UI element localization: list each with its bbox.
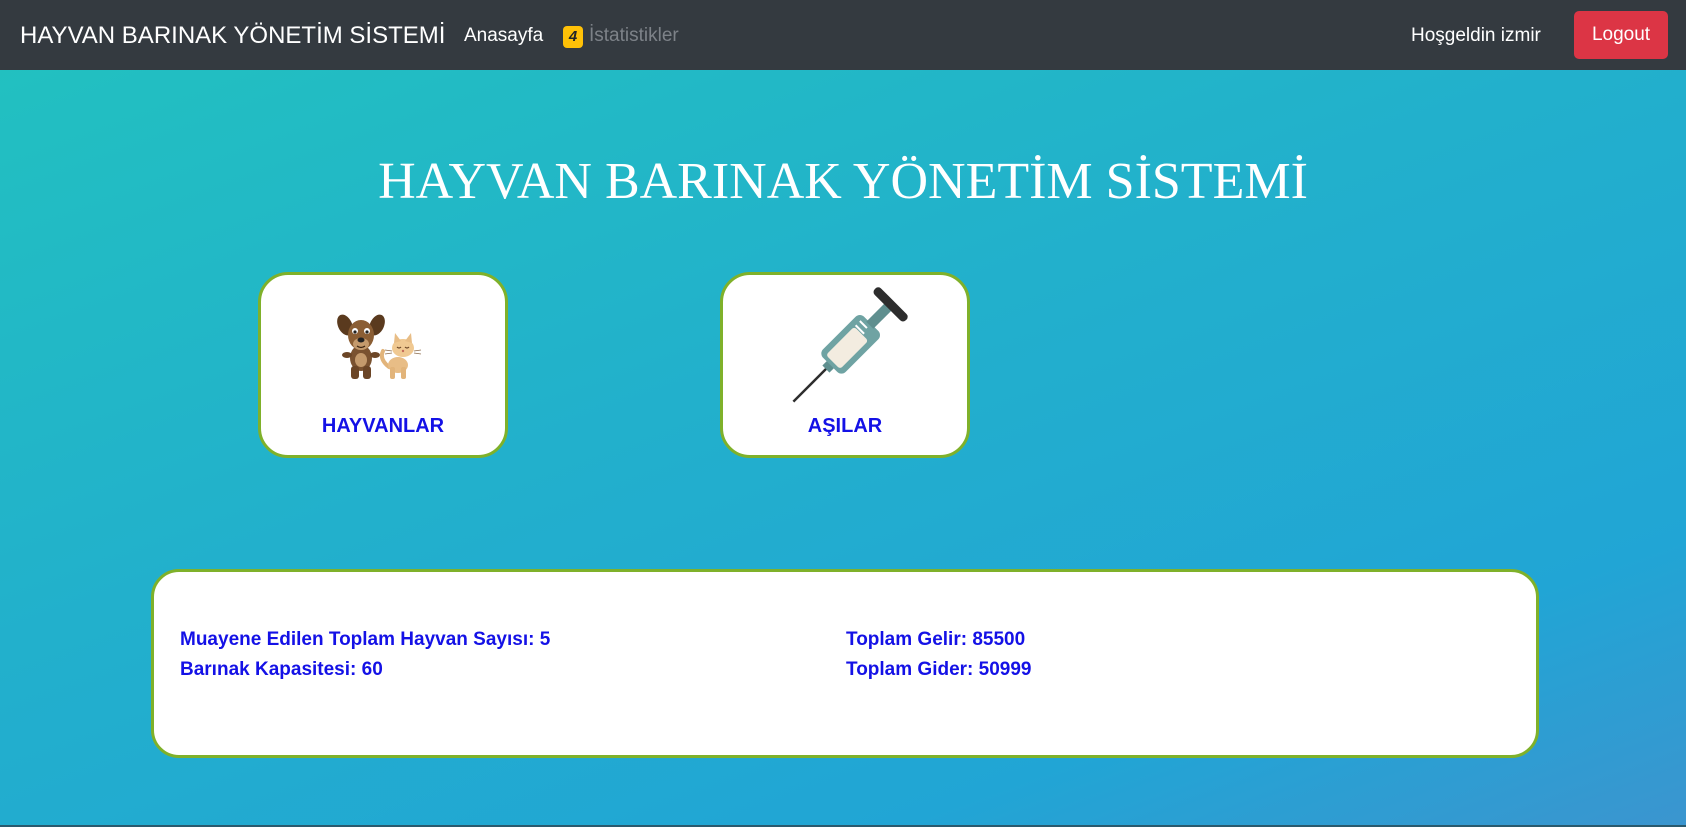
vaccines-tile[interactable]: AŞILAR [720,272,970,458]
dog-cat-icon [337,314,422,379]
syringe-icon [792,287,908,403]
examined-animals-stat: Muayene Edilen Toplam Hayvan Sayısı: 5 [180,629,551,650]
nav-link-home[interactable]: Anasayfa [464,0,543,70]
top-navbar: HAYVAN BARINAK YÖNETİM SİSTEMİ Anasayfa … [0,0,1686,70]
total-expense-stat: Toplam Gider: 50999 [846,659,1032,680]
total-income-stat: Toplam Gelir: 85500 [846,629,1026,650]
nav-link-statistics[interactable]: İstatistikler [589,0,679,70]
animals-tile[interactable]: HAYVANLAR [258,272,508,458]
logout-button[interactable]: Logout [1574,11,1668,59]
statistics-panel: Muayene Edilen Toplam Hayvan Sayısı: 5 B… [151,569,1539,758]
stats-count-badge: 4 [563,26,583,48]
page-title: HAYVAN BARINAK YÖNETİM SİSTEMİ [378,153,1308,210]
animals-tile-label: HAYVANLAR [321,415,445,437]
vaccines-tile-label: AŞILAR [807,415,883,437]
welcome-text: Hoşgeldin izmir [1411,25,1541,46]
navbar-brand[interactable]: HAYVAN BARINAK YÖNETİM SİSTEMİ [20,0,445,70]
shelter-capacity-stat: Barınak Kapasitesi: 60 [180,659,383,680]
